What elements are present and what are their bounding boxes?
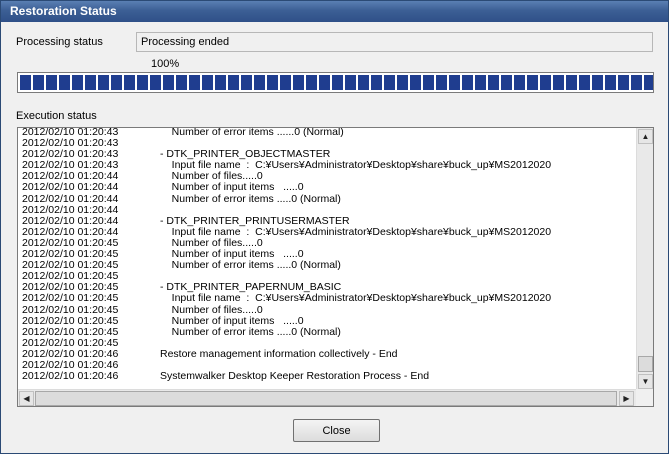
arrow-left-icon[interactable]: ◀: [19, 391, 34, 406]
progress-segment: [540, 75, 551, 90]
log-message: Systemwalker Desktop Keeper Restoration …: [160, 370, 430, 383]
progress-segment: [124, 75, 135, 90]
restoration-status-dialog: Restoration Status Processing status Pro…: [0, 0, 669, 454]
progress-segment: [631, 75, 642, 90]
progress-segment: [254, 75, 265, 90]
log-message: Number of error items .....0 (Normal): [160, 325, 341, 338]
progress-segment: [514, 75, 525, 90]
progress-segment: [384, 75, 395, 90]
progress-segment: [579, 75, 590, 90]
arrow-up-icon[interactable]: ▲: [638, 129, 653, 144]
progress-segment: [436, 75, 447, 90]
progress-segment: [215, 75, 226, 90]
progress-segment: [475, 75, 486, 90]
log-message: Number of error items ......0 (Normal): [160, 127, 344, 138]
window-title: Restoration Status: [10, 4, 117, 18]
log-timestamp: 2012/02/10 01:20:46: [22, 370, 119, 383]
close-button[interactable]: Close: [293, 419, 380, 442]
progress-segment: [488, 75, 499, 90]
arrow-down-icon[interactable]: ▼: [638, 374, 653, 389]
progress-segment: [449, 75, 460, 90]
progress-segment: [358, 75, 369, 90]
progress-segment: [410, 75, 421, 90]
progress-segment: [423, 75, 434, 90]
arrow-right-icon[interactable]: ▶: [619, 391, 634, 406]
progress-segment: [202, 75, 213, 90]
execution-log[interactable]: 2012/02/10 01:20:43 Number of error item…: [17, 127, 654, 407]
progress-segment: [618, 75, 629, 90]
log-timestamp: 2012/02/10 01:20:44: [22, 192, 119, 205]
processing-status-label: Processing status: [16, 36, 103, 48]
progress-segment: [137, 75, 148, 90]
log-line: 2012/02/10 01:20:45 Number of files.....…: [22, 303, 633, 316]
vertical-scroll-thumb[interactable]: [638, 356, 653, 372]
log-line: 2012/02/10 01:20:46 Systemwalker Desktop …: [22, 370, 633, 383]
processing-status-value: Processing ended: [136, 32, 653, 52]
vertical-scrollbar[interactable]: ▲ ▼: [636, 128, 653, 390]
log-message: Number of error items .....0 (Normal): [160, 259, 341, 272]
progress-segment: [150, 75, 161, 90]
progress-segment: [72, 75, 83, 90]
progress-segment: [306, 75, 317, 90]
progress-segment: [111, 75, 122, 90]
progress-segment: [527, 75, 538, 90]
progress-segment: [46, 75, 57, 90]
progress-segment: [319, 75, 330, 90]
log-line: 2012/02/10 01:20:45 Input file name : C:…: [22, 293, 633, 304]
progress-segment: [644, 75, 653, 90]
progress-segment: [98, 75, 109, 90]
progress-segment: [241, 75, 252, 90]
progress-segment: [332, 75, 343, 90]
progress-segment: [59, 75, 70, 90]
execution-log-lines: 2012/02/10 01:20:43 Number of error item…: [22, 127, 633, 389]
log-timestamp: 2012/02/10 01:20:45: [22, 303, 119, 316]
progress-percent-label: 100%: [151, 58, 180, 70]
progress-segment: [605, 75, 616, 90]
progress-segment: [85, 75, 96, 90]
progress-bar: [17, 72, 654, 93]
title-bar[interactable]: Restoration Status: [1, 1, 668, 22]
progress-segment: [501, 75, 512, 90]
progress-segment: [189, 75, 200, 90]
log-message: Restore management information collectiv…: [160, 347, 398, 360]
log-line: 2012/02/10 01:20:44 Number of error item…: [22, 192, 633, 205]
progress-segment: [462, 75, 473, 90]
progress-segment: [397, 75, 408, 90]
progress-segment: [228, 75, 239, 90]
progress-segment: [20, 75, 31, 90]
progress-segment: [553, 75, 564, 90]
progress-segment: [293, 75, 304, 90]
progress-segment: [345, 75, 356, 90]
progress-segment: [280, 75, 291, 90]
log-message: Number of error items .....0 (Normal): [160, 192, 341, 205]
progress-segment: [163, 75, 174, 90]
progress-segment: [371, 75, 382, 90]
scroll-corner: [636, 389, 653, 406]
progress-segment: [33, 75, 44, 90]
horizontal-scrollbar[interactable]: ◀ ▶: [18, 389, 636, 406]
execution-status-label: Execution status: [16, 110, 97, 122]
log-timestamp: 2012/02/10 01:20:44: [22, 181, 119, 194]
log-timestamp: 2012/02/10 01:20:45: [22, 292, 119, 305]
progress-segment: [566, 75, 577, 90]
horizontal-scroll-thumb[interactable]: [35, 391, 617, 406]
progress-segment: [592, 75, 603, 90]
progress-segment: [176, 75, 187, 90]
progress-segment: [267, 75, 278, 90]
